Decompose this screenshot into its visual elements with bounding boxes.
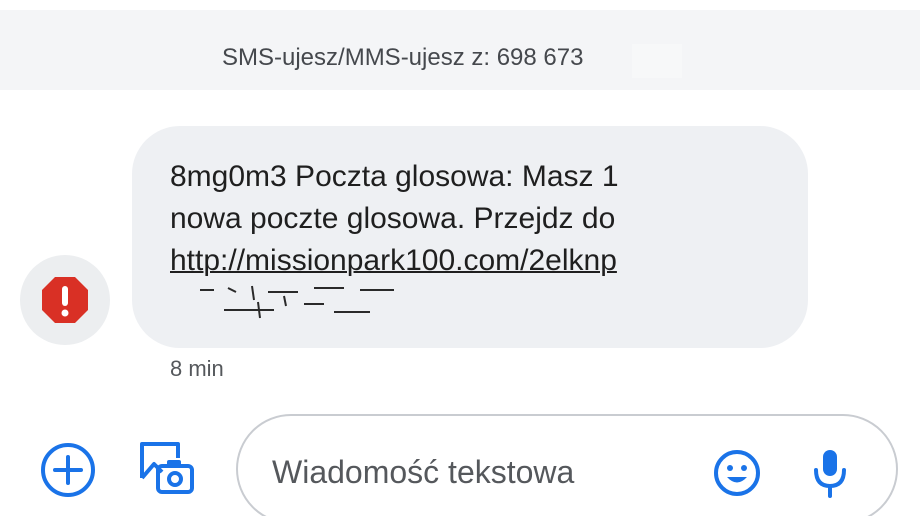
sender-line: SMS-ujesz/MMS-ujesz z: 698 673 — [222, 44, 584, 71]
microphone-icon — [814, 450, 846, 498]
incoming-message-bubble[interactable]: 8mg0m3 Poczta glosowa: Masz 1 nowa poczt… — [132, 126, 808, 348]
message-link[interactable]: http://missionpark100.com/2elknp — [170, 240, 617, 282]
add-attachment-button[interactable] — [40, 442, 96, 498]
image-camera-icon — [140, 442, 194, 494]
sender-banner: SMS-ujesz/MMS-ujesz z: 698 673 — [0, 10, 920, 90]
message-input-field[interactable]: Wiadomość tekstowa — [236, 414, 898, 516]
voice-input-button[interactable] — [810, 446, 850, 500]
redaction-mark — [632, 44, 682, 78]
smiley-icon — [714, 450, 760, 496]
spam-warning-avatar[interactable] — [20, 255, 110, 345]
sms-conversation-screen: SMS-ujesz/MMS-ujesz z: 698 673 8mg0m3 Po… — [0, 0, 920, 516]
emoji-button[interactable] — [712, 448, 762, 498]
plus-circle-icon — [41, 443, 95, 497]
exclamation-octagon-icon — [42, 277, 88, 323]
message-text: 8mg0m3 Poczta glosowa: Masz 1 nowa poczt… — [170, 160, 619, 235]
message-input-placeholder: Wiadomość tekstowa — [272, 454, 575, 490]
redaction-mark — [194, 282, 424, 322]
message-timestamp: 8 min — [170, 356, 224, 381]
gallery-button[interactable] — [136, 438, 196, 498]
